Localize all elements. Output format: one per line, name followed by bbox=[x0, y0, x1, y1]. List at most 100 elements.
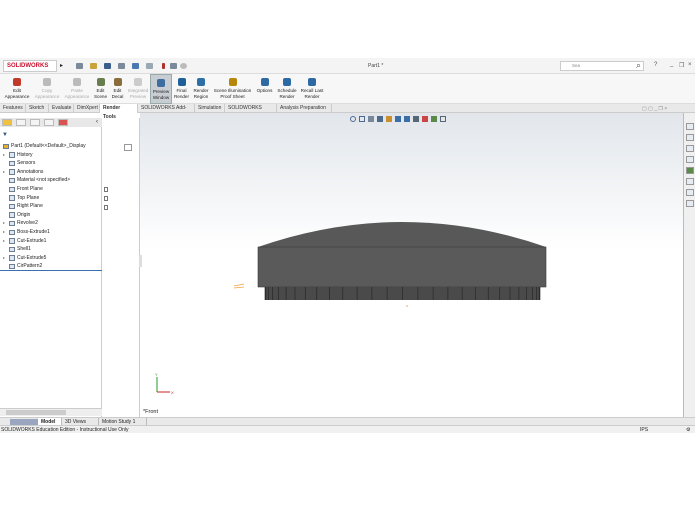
tab-simulation[interactable]: Simulation bbox=[195, 104, 225, 113]
recall-last-render-icon bbox=[308, 78, 316, 86]
ribbon-button-integrated-preview[interactable]: Integrated Preview bbox=[126, 74, 150, 104]
ribbon-button-label: Copy Appearance bbox=[34, 88, 60, 99]
expand-arrow-icon[interactable]: ▸ bbox=[3, 254, 5, 263]
expand-arrow-icon[interactable]: ▸ bbox=[3, 219, 5, 228]
tree-item-shell1[interactable]: Shell1 bbox=[0, 245, 102, 254]
tree-item-label: Boss-Extrude1 bbox=[17, 229, 50, 235]
solidworks-forum-icon[interactable] bbox=[686, 189, 694, 196]
tab-sketch[interactable]: Sketch bbox=[26, 104, 49, 113]
plane-visibility-icon bbox=[104, 196, 108, 201]
ribbon-button-edit-decal[interactable]: Edit Decal bbox=[109, 74, 126, 104]
configuration-manager-tab-icon[interactable] bbox=[30, 119, 40, 126]
tab-render-tools[interactable]: Render Tools bbox=[100, 104, 138, 120]
ribbon-button-scene-illumination-proof-sheet[interactable]: Scene Illumination Proof Sheet bbox=[211, 74, 254, 104]
schedule-render-icon bbox=[283, 78, 291, 86]
filter-icon[interactable]: ▼ bbox=[2, 132, 8, 138]
tree-item-label: Cut-Extrude1 bbox=[17, 237, 47, 244]
tree-item-cut-extrude1[interactable]: ▸ Cut-Extrude1 bbox=[0, 237, 102, 246]
tab-dimxpert[interactable]: DimXpert bbox=[74, 104, 100, 113]
tab-solidworks-add-ins[interactable]: SOLIDWORKS Add-Ins bbox=[138, 104, 195, 120]
dimxpert-manager-tab-icon[interactable] bbox=[44, 119, 54, 126]
ribbon-button-schedule-render[interactable]: Schedule Render bbox=[275, 74, 299, 104]
tree-item-front-plane[interactable]: Front Plane bbox=[0, 185, 102, 194]
file-properties-icon[interactable] bbox=[170, 63, 177, 69]
ribbon-button-final-render[interactable]: Final Render bbox=[172, 74, 191, 104]
close-icon[interactable]: × bbox=[688, 62, 692, 68]
tree-item-revolve2[interactable]: ▸ Revolve2 bbox=[0, 219, 102, 228]
select-icon[interactable] bbox=[146, 63, 153, 69]
menu-expand-arrow-icon[interactable]: ▸ bbox=[60, 62, 63, 69]
help-icon[interactable]: ? bbox=[654, 62, 657, 68]
expand-arrow-icon[interactable]: ▸ bbox=[3, 168, 5, 177]
x-axis-label: X bbox=[171, 390, 174, 395]
print-icon[interactable] bbox=[118, 63, 125, 69]
tree-root-part[interactable]: Part1 (Default<<Default>_Display bbox=[0, 142, 102, 151]
view-palette-icon[interactable] bbox=[686, 156, 694, 163]
ribbon-button-preview-window[interactable]: Preview Window bbox=[150, 74, 172, 104]
horizontal-scrollbar[interactable] bbox=[0, 513, 102, 519]
tree-item-right-plane[interactable]: Right Plane bbox=[0, 202, 102, 211]
ribbon-toolbar: Edit Appearance Copy Appearance Paste Appe… bbox=[0, 74, 695, 104]
feature-manager-tab-icon[interactable] bbox=[2, 119, 12, 126]
ribbon-button-render-region[interactable]: Render Region bbox=[191, 74, 211, 104]
tab-features[interactable]: Features bbox=[0, 104, 26, 113]
tree-item-label: Front Plane bbox=[17, 186, 43, 192]
tree-item-boss-extrude1[interactable]: ▸ Boss-Extrude1 bbox=[0, 228, 102, 237]
display-manager-tab-icon[interactable] bbox=[58, 119, 68, 126]
design-library-icon[interactable] bbox=[686, 134, 694, 141]
expand-arrow-icon[interactable]: ▸ bbox=[3, 237, 5, 246]
tab-analysis-preparation[interactable]: Analysis Preparation bbox=[277, 104, 332, 113]
search-input[interactable]: Sea bbox=[560, 61, 644, 71]
status-settings-icon[interactable]: ⚙ bbox=[686, 426, 690, 434]
restore-icon[interactable]: ❐ bbox=[679, 62, 684, 69]
ribbon-button-options[interactable]: Options bbox=[254, 74, 275, 104]
ribbon-button-recall-last-render[interactable]: Recall Last Render bbox=[299, 74, 325, 104]
tree-item-sensors[interactable]: Sensors bbox=[0, 159, 102, 168]
feature-icon bbox=[9, 212, 15, 218]
rebuild-icon[interactable] bbox=[162, 63, 165, 69]
edit-scene-icon bbox=[96, 78, 105, 86]
ribbon-button-edit-scene[interactable]: Edit Scene bbox=[92, 74, 109, 104]
tree-item-cirpattern2[interactable]: CirPattern2 bbox=[0, 262, 102, 271]
part-icon bbox=[3, 143, 9, 149]
new-document-icon[interactable] bbox=[76, 63, 83, 69]
tree-item-history[interactable]: ▸ History bbox=[0, 151, 102, 160]
viewport-window-controls[interactable]: ▢ ▢ _ ❐ × bbox=[642, 106, 667, 112]
tab-evaluate[interactable]: Evaluate bbox=[49, 104, 74, 113]
undo-icon[interactable] bbox=[132, 63, 139, 69]
property-manager-tab-icon[interactable] bbox=[16, 119, 26, 126]
tree-horizontal-scrollbar[interactable] bbox=[0, 408, 102, 416]
tree-item-annotations[interactable]: ▸ Annotations bbox=[0, 168, 102, 177]
minimize-icon[interactable]: _ bbox=[670, 61, 673, 67]
units-selector[interactable]: IPS bbox=[640, 426, 648, 434]
display-pane-icon[interactable] bbox=[124, 144, 132, 151]
collapse-arrow-icon[interactable]: ‹ bbox=[96, 119, 98, 125]
ribbon-button-paste-appearance[interactable]: Paste Appearance bbox=[62, 74, 92, 104]
graphics-area[interactable]: ▢ ▢ _ ❐ × Y X *Front bbox=[139, 106, 683, 417]
tree-item-material-not-specified-[interactable]: Material <not specified> bbox=[0, 176, 102, 185]
open-icon[interactable] bbox=[90, 63, 97, 69]
solidworks-resources-icon[interactable] bbox=[686, 123, 694, 130]
tree-item-label: History bbox=[17, 151, 33, 158]
tree-item-top-plane[interactable]: Top Plane bbox=[0, 194, 102, 203]
tree-item-cut-extrude5[interactable]: ▸ Cut-Extrude5 bbox=[0, 254, 102, 263]
file-explorer-icon[interactable] bbox=[686, 145, 694, 152]
edit-appearance-icon bbox=[13, 78, 21, 86]
search-icon[interactable]: ⌕ bbox=[636, 60, 641, 71]
ribbon-button-edit-appearance[interactable]: Edit Appearance bbox=[2, 74, 32, 104]
feature-manager-toolbar: ‹ bbox=[0, 118, 102, 127]
tree-item-label: Revolve2 bbox=[17, 220, 38, 227]
dassault-3dexperience-icon[interactable] bbox=[686, 200, 694, 207]
ribbon-button-copy-appearance[interactable]: Copy Appearance bbox=[32, 74, 62, 104]
custom-properties-icon[interactable] bbox=[686, 178, 694, 185]
solidworks-logo[interactable]: SOLIDWORKS bbox=[3, 60, 57, 72]
expand-arrow-icon[interactable]: ▸ bbox=[3, 151, 5, 160]
save-icon[interactable] bbox=[104, 63, 111, 69]
scrollbar-thumb[interactable] bbox=[6, 410, 66, 415]
expand-arrow-icon[interactable]: ▸ bbox=[3, 228, 5, 237]
appearances-scenes-icon[interactable] bbox=[686, 167, 694, 174]
title-bar: SOLIDWORKS ▸ Part1 * Sea ⌕ ? _ ❐ × bbox=[0, 58, 695, 74]
tab-solidworks-mbd[interactable]: SOLIDWORKS MBD bbox=[225, 104, 277, 120]
options-gear-icon[interactable] bbox=[180, 63, 187, 69]
tree-item-origin[interactable]: Origin bbox=[0, 211, 102, 220]
